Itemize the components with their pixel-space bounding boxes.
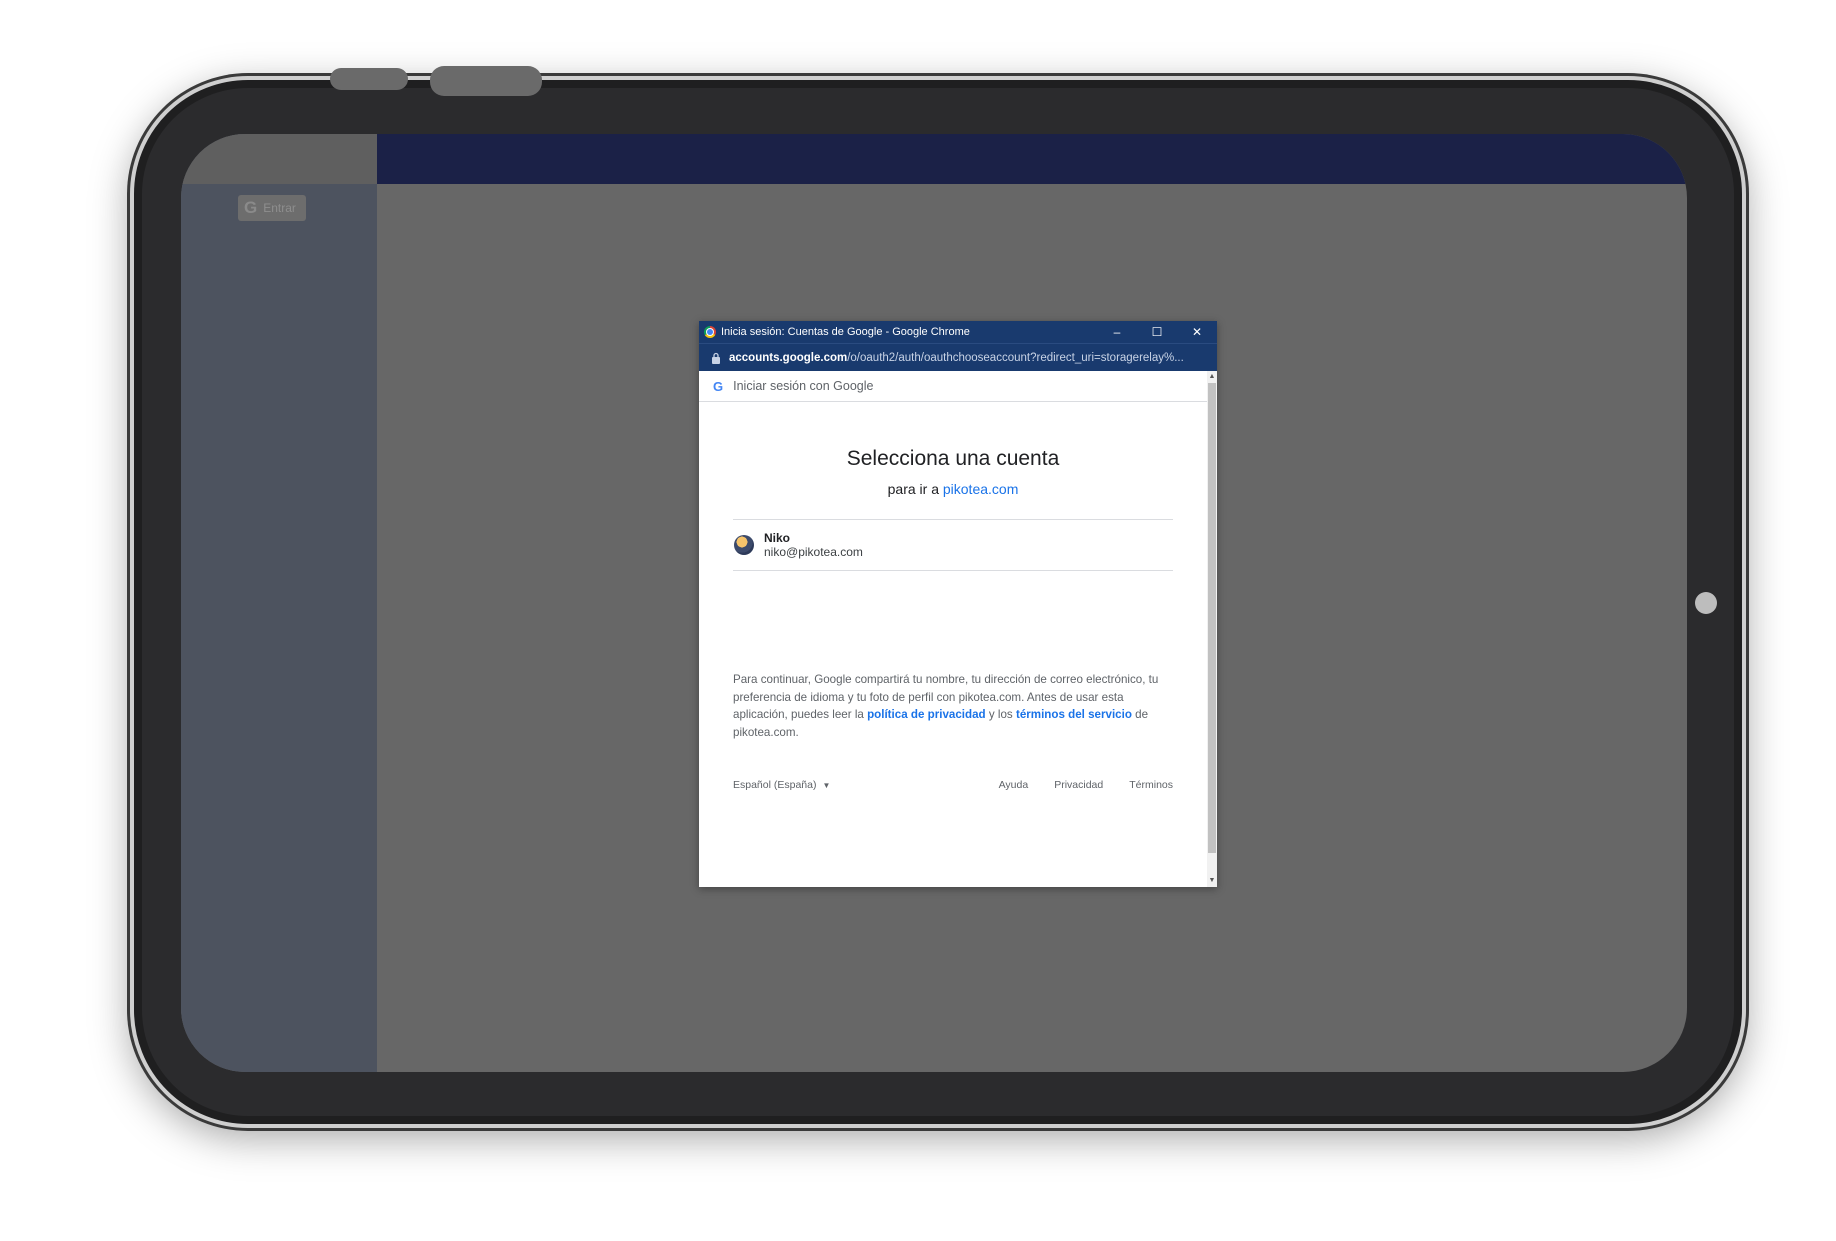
privacy-link[interactable]: Privacidad — [1054, 779, 1103, 791]
tablet-side-button — [430, 66, 542, 96]
window-titlebar: Inicia sesión: Cuentas de Google - Googl… — [699, 321, 1217, 343]
close-button[interactable]: ✕ — [1177, 321, 1217, 343]
signin-content: G Iniciar sesión con Google Selecciona u… — [699, 371, 1207, 887]
google-signin-button[interactable]: G Entrar — [238, 195, 306, 221]
scrollbar[interactable]: ▲ ▼ — [1207, 371, 1217, 887]
signin-header-text: Iniciar sesión con Google — [733, 379, 874, 393]
oauth-popup-window: Inicia sesión: Cuentas de Google - Googl… — [699, 321, 1217, 887]
tablet-side-button — [330, 68, 408, 90]
window-title: Inicia sesión: Cuentas de Google - Googl… — [721, 326, 970, 338]
language-selector[interactable]: Español (España) ▼ — [733, 779, 830, 791]
url-path: /o/oauth2/auth/oauthchooseaccount?redire… — [847, 351, 1184, 364]
caret-down-icon: ▼ — [822, 780, 831, 790]
footer-links: Ayuda Privacidad Términos — [999, 779, 1173, 791]
consent-part2: y los — [988, 708, 1013, 721]
google-icon: G — [244, 198, 258, 217]
account-email: niko@pikotea.com — [764, 545, 863, 559]
app-sidebar — [181, 134, 377, 1072]
tablet-camera — [1695, 592, 1717, 614]
privacy-policy-link[interactable]: política de privacidad — [867, 708, 986, 721]
scroll-thumb[interactable] — [1208, 383, 1216, 853]
minimize-button[interactable]: – — [1097, 321, 1137, 343]
page-subtitle: para ir a pikotea.com — [699, 481, 1207, 497]
app-link[interactable]: pikotea.com — [943, 481, 1018, 497]
terms-link[interactable]: Términos — [1129, 779, 1173, 791]
page-title: Selecciona una cuenta — [846, 447, 1060, 470]
chrome-icon — [704, 326, 716, 338]
address-bar[interactable]: accounts.google.com/o/oauth2/auth/oauthc… — [699, 343, 1217, 371]
consent-text: Para continuar, Google compartirá tu nom… — [733, 671, 1173, 741]
signin-button-label: Entrar — [263, 201, 296, 215]
language-label: Español (España) — [733, 779, 817, 791]
sidebar-header — [181, 134, 377, 184]
app-topbar — [377, 134, 1687, 184]
avatar — [734, 535, 754, 555]
window-controls: – ☐ ✕ — [1097, 321, 1217, 343]
account-details: Niko niko@pikotea.com — [764, 531, 863, 559]
terms-of-service-link[interactable]: términos del servicio — [1016, 708, 1132, 721]
signin-header: G Iniciar sesión con Google — [699, 371, 1207, 402]
url-host: accounts.google.com — [729, 351, 848, 364]
account-item[interactable]: Niko niko@pikotea.com — [733, 519, 1173, 571]
help-link[interactable]: Ayuda — [999, 779, 1029, 791]
account-name: Niko — [764, 531, 791, 545]
maximize-button[interactable]: ☐ — [1137, 321, 1177, 343]
footer: Español (España) ▼ Ayuda Privacidad Térm… — [733, 779, 1173, 791]
subtitle-prefix: para ir a — [887, 481, 939, 497]
scroll-up-icon[interactable]: ▲ — [1208, 373, 1216, 381]
google-g-icon: G — [713, 378, 724, 394]
lock-icon — [712, 352, 720, 364]
scroll-down-icon[interactable]: ▼ — [1208, 877, 1216, 885]
